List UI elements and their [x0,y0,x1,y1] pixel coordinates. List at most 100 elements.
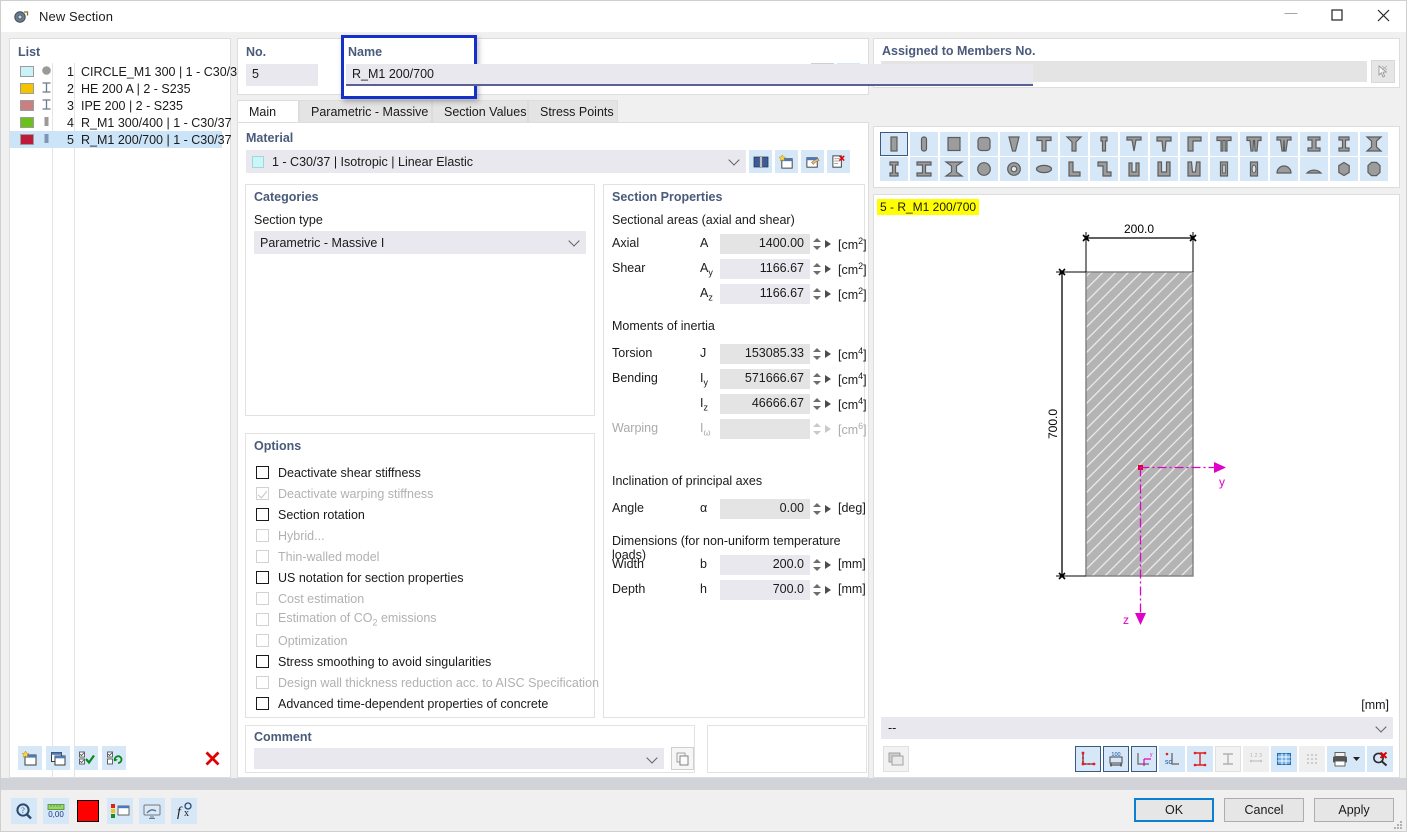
comment-copy-button[interactable] [671,747,694,770]
torsion-input[interactable]: 153085.33 [720,344,810,364]
select-all-button[interactable] [74,746,98,770]
option-section-rotation[interactable]: Section rotation [256,504,599,525]
ok-button[interactable]: OK [1134,798,1214,822]
shape-i-beam-narrow[interactable] [1330,132,1358,156]
shape-angle-l[interactable] [1060,157,1088,181]
shape-tee[interactable] [1030,132,1058,156]
shape-z-shape[interactable] [1090,157,1118,181]
checkbox-icon[interactable] [256,571,269,584]
delete-material-button[interactable] [827,150,850,173]
spinner-control[interactable] [810,580,834,600]
spinner-control[interactable] [810,394,834,414]
width-input[interactable]: 200.0 [720,555,810,575]
pick-cursor-icon[interactable] [1371,60,1395,83]
shape-inverted-tee-wide[interactable] [1150,132,1178,156]
shape-double-leg-tee-wide[interactable] [1240,132,1268,156]
show-shear-center-button[interactable]: sc [1159,746,1185,772]
comment-input[interactable] [254,748,664,769]
checkbox-icon[interactable] [256,508,269,521]
help-button[interactable]: ? [11,798,37,824]
render-view-button[interactable] [883,746,909,772]
bending-iy-input[interactable]: 571666.67 [720,369,810,389]
shear-area-y-input[interactable]: 1166.67 [720,259,810,279]
maximize-button[interactable] [1314,1,1360,32]
shape-i-beam-taper[interactable] [1360,132,1388,156]
shape-ring[interactable] [1000,157,1028,181]
refresh-selection-button[interactable] [102,746,126,770]
tab-section-values[interactable]: Section Values [432,100,528,122]
section-type-combo[interactable]: Parametric - Massive I [254,231,586,254]
spinner-control[interactable] [810,284,834,304]
depth-input[interactable]: 700.0 [720,580,810,600]
show-grid-button[interactable] [1271,746,1297,772]
display-properties-button[interactable] [107,798,133,824]
shape-i-beam[interactable] [1300,132,1328,156]
shape-tee-wide[interactable] [1060,132,1088,156]
spinner-control[interactable] [810,234,834,254]
show-points-button[interactable] [1299,746,1325,772]
show-axes-button[interactable]: y [1131,746,1157,772]
spinner-control[interactable] [810,259,834,279]
show-dimensions-button[interactable]: 100 [1103,746,1129,772]
cancel-button[interactable]: Cancel [1224,798,1304,822]
apply-button[interactable]: Apply [1314,798,1394,822]
list-item[interactable]: 1 CIRCLE_M1 300 | 1 - C30/37 [18,63,244,80]
shape-i-beam-flare[interactable] [940,157,968,181]
shape-taper-v[interactable] [1000,132,1028,156]
shape-i-beam-wide[interactable] [910,157,938,181]
option-deactivate-shear-stiffness[interactable]: Deactivate shear stiffness [256,462,599,483]
shape-ellipse[interactable] [1030,157,1058,181]
shape-rect-vertical-thick[interactable] [880,132,908,156]
tab-main[interactable]: Main [237,100,299,122]
option-stress-smoothing[interactable]: Stress smoothing to avoid singularities [256,651,599,672]
shape-hollow-rect[interactable] [1210,157,1238,181]
list-item[interactable]: 5 R_M1 200/700 | 1 - C30/37 [10,131,232,148]
checkbox-icon[interactable] [256,466,269,479]
zoom-reset-button[interactable] [1367,746,1393,772]
shear-area-z-input[interactable]: 1166.67 [720,284,810,304]
shape-channel-u-taper[interactable] [1180,157,1208,181]
tab-parametric-massive-i[interactable]: Parametric - Massive I [299,100,435,122]
no-field[interactable]: 5 [246,64,318,86]
formula-button[interactable]: fx [171,798,197,824]
minimize-button[interactable]: — [1268,1,1314,32]
shape-i-beam-small[interactable] [880,157,908,181]
spinner-control[interactable] [810,555,834,575]
color-button[interactable] [75,798,101,824]
shape-double-leg-tee[interactable] [1210,132,1238,156]
shape-angle-tee-left[interactable] [1180,132,1208,156]
units-button[interactable]: 0,00 [43,798,69,824]
list-item[interactable]: 2 HE 200 A | 2 - S235 [18,80,224,97]
new-material-button[interactable] [775,150,798,173]
list-item[interactable]: 3 IPE 200 | 2 - S235 [18,97,224,114]
shape-dome[interactable] [1270,157,1298,181]
shape-square[interactable] [940,132,968,156]
resize-grip[interactable] [1393,819,1403,829]
new-section-button[interactable] [18,746,42,770]
angle-input[interactable]: 0.00 [720,499,810,519]
shape-octagon[interactable] [1360,157,1388,181]
close-button[interactable] [1360,1,1406,32]
checkbox-icon[interactable] [256,655,269,668]
spinner-control[interactable] [810,369,834,389]
show-numbering-button[interactable]: 1 2 3 [1243,746,1269,772]
material-combo[interactable]: 1 - C30/37 | Isotropic | Linear Elastic [246,150,746,173]
shape-circle[interactable] [970,157,998,181]
print-dropdown-arrow-icon[interactable] [1352,752,1361,766]
tab-stress-points[interactable]: Stress Points [528,100,618,122]
list-item[interactable]: 4 R_M1 300/400 | 1 - C30/37 [18,114,232,131]
show-parts-button[interactable] [1215,746,1241,772]
shape-channel-u-wide[interactable] [1150,157,1178,181]
shape-square-rounded[interactable] [970,132,998,156]
preview-view-combo[interactable]: -- [881,717,1393,739]
spinner-control[interactable] [810,499,834,519]
bending-iz-input[interactable]: 46666.67 [720,394,810,414]
shape-inverted-tee[interactable] [1120,132,1148,156]
option-advanced-time-dependent-concrete[interactable]: Advanced time-dependent properties of co… [256,693,599,714]
visual-settings-button[interactable] [139,798,165,824]
shape-double-leg-tee-splay[interactable] [1270,132,1298,156]
shape-half-dome[interactable] [1300,157,1328,181]
show-dimension-lines-button[interactable] [1075,746,1101,772]
shape-tee-narrow[interactable] [1090,132,1118,156]
axial-area-input[interactable]: 1400.00 [720,234,810,254]
